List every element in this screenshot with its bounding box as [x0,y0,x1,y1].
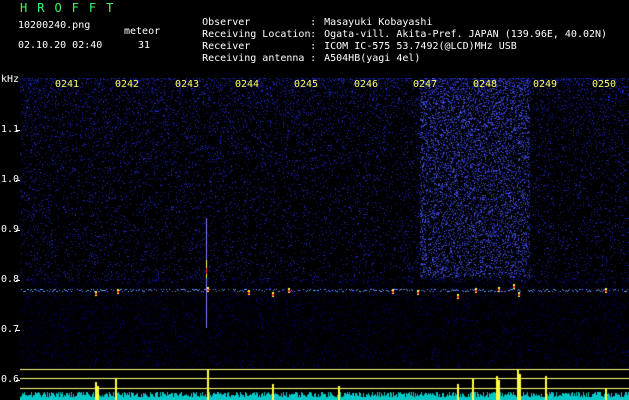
datetime-label: 02.10.20 02:40 [18,40,103,51]
meta-value: A504HB(yagi 4el) [324,53,421,64]
meta-key: Receiving antenna [202,53,305,64]
tick [16,330,20,331]
time-label-0247: 0247 [413,79,438,90]
time-label-0242: 0242 [115,79,140,90]
spectrogram [20,78,629,400]
time-label-0243: 0243 [175,79,200,90]
app-logo: HROFFT [20,1,124,15]
time-label-0248: 0248 [473,79,498,90]
time-label-0246: 0246 [354,79,379,90]
header-panel: HROFFT 10200240.png meteor 02.10.20 02:4… [0,0,629,78]
time-label-0245: 0245 [294,79,319,90]
tick [16,130,20,131]
tick [16,380,20,381]
meta-antenna: Receiving antenna: A504HB(yagi 4el) [202,53,421,64]
tick [16,180,20,181]
time-label-0241: 0241 [55,79,80,90]
time-label-0250: 0250 [592,79,617,90]
meteor-count: 31 [138,40,151,51]
meteor-label: meteor [124,26,161,37]
filename-label: 10200240.png [18,20,91,31]
tick [16,230,20,231]
unit-label: kHz [1,74,20,85]
time-label-0244: 0244 [235,79,260,90]
time-label-0249: 0249 [533,79,558,90]
tick [16,280,20,281]
